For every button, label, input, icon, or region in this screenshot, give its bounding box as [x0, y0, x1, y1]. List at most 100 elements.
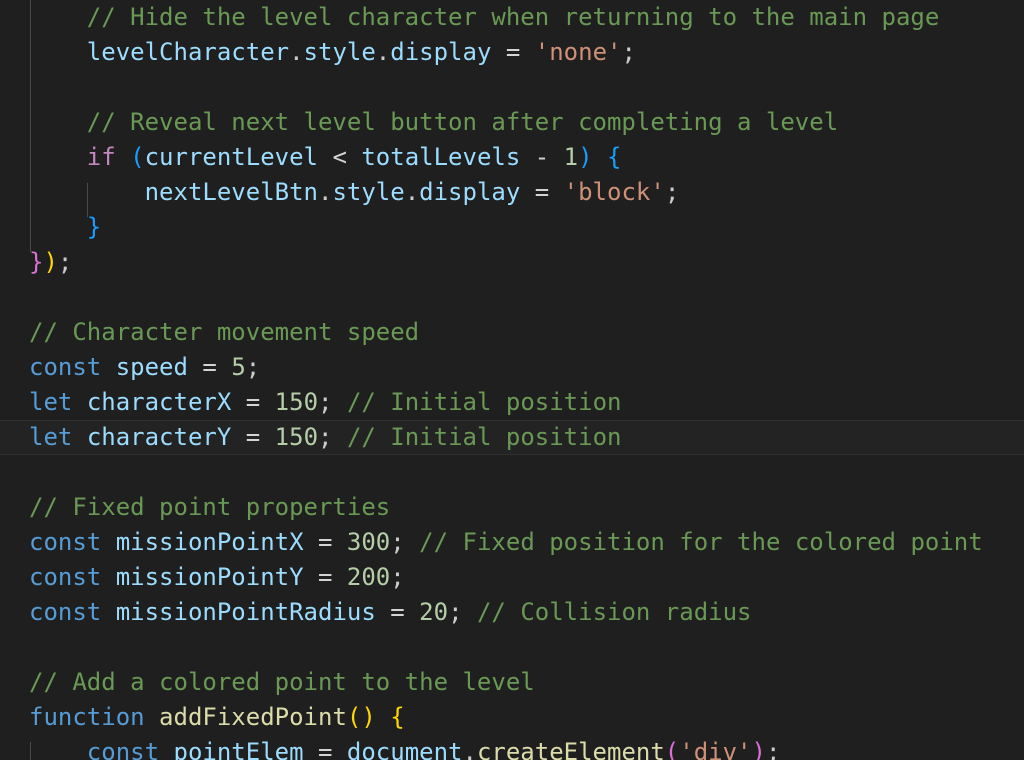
code-token: ) — [43, 248, 58, 276]
code-token: // Collision radius — [476, 598, 752, 626]
code-token: createElement — [476, 738, 665, 760]
code-line[interactable] — [0, 455, 1024, 490]
code-token: totalLevels — [361, 143, 521, 171]
code-token: = — [245, 388, 261, 416]
code-token: // Initial position — [346, 423, 622, 451]
code-line-content: // Fixed point properties — [29, 490, 390, 525]
code-line-content: } — [29, 210, 101, 245]
code-editor[interactable]: // Hide the level character when returni… — [0, 0, 1024, 760]
code-token: // Fixed position for the colored point — [419, 528, 983, 556]
code-line[interactable]: const pointElem = document.createElement… — [0, 735, 1024, 760]
code-line[interactable]: const speed = 5; — [0, 350, 1024, 385]
code-token: ; — [57, 248, 73, 276]
code-token: // Reveal next level button after comple… — [86, 108, 839, 136]
code-line[interactable]: if (currentLevel < totalLevels - 1) { — [0, 140, 1024, 175]
code-token: 300 — [346, 528, 391, 556]
code-line[interactable]: function addFixedPoint() { — [0, 700, 1024, 735]
code-line[interactable]: levelCharacter.style.display = 'none'; — [0, 35, 1024, 70]
code-token: function — [29, 703, 145, 731]
code-line[interactable]: // Reveal next level button after comple… — [0, 105, 1024, 140]
code-line[interactable]: const missionPointRadius = 20; // Collis… — [0, 595, 1024, 630]
code-token: ; — [664, 178, 680, 206]
code-token: = — [202, 353, 217, 381]
code-line[interactable]: nextLevelBtn.style.display = 'block'; — [0, 175, 1024, 210]
code-line[interactable] — [0, 630, 1024, 665]
code-token: const — [29, 563, 102, 591]
code-line[interactable]: let characterX = 150; // Initial positio… — [0, 385, 1024, 420]
code-line[interactable]: } — [0, 210, 1024, 245]
code-token: if — [86, 143, 116, 171]
code-token: ; — [621, 38, 636, 66]
code-line-content: nextLevelBtn.style.display = 'block'; — [29, 175, 680, 210]
code-token: 1 — [563, 143, 579, 171]
code-token: < — [332, 143, 347, 171]
code-token: = — [318, 528, 333, 556]
code-line[interactable]: const missionPointX = 300; // Fixed posi… — [0, 525, 1024, 560]
code-token: // Character movement speed — [29, 318, 420, 346]
code-token: characterX — [86, 388, 232, 416]
code-token: const — [29, 598, 102, 626]
code-line-content: let characterX = 150; // Initial positio… — [29, 385, 621, 420]
code-token: 150 — [274, 388, 319, 416]
code-line[interactable]: // Add a colored point to the level — [0, 665, 1024, 700]
code-line[interactable]: }); — [0, 245, 1024, 280]
code-line-content: const missionPointY = 200; — [29, 560, 405, 595]
code-token: ; — [390, 528, 405, 556]
code-token: . — [317, 178, 333, 206]
code-line[interactable]: // Character movement speed — [0, 315, 1024, 350]
code-token: ( — [346, 703, 362, 731]
code-line-content: levelCharacter.style.display = 'none'; — [29, 35, 636, 70]
code-token: = — [245, 423, 261, 451]
code-token: pointElem — [173, 738, 304, 760]
code-token: const — [86, 738, 160, 760]
code-token: = — [534, 178, 550, 206]
code-token: currentLevel — [144, 143, 318, 171]
code-line[interactable] — [0, 280, 1024, 315]
code-token: - — [534, 143, 550, 171]
code-token: let — [29, 388, 73, 416]
code-line[interactable]: const missionPointY = 200; — [0, 560, 1024, 595]
code-token: // Fixed point properties — [29, 493, 391, 521]
code-token: = — [505, 38, 521, 66]
code-token: ; — [318, 388, 333, 416]
code-line-content: let characterY = 150; // Initial positio… — [29, 421, 621, 454]
code-line[interactable]: // Fixed point properties — [0, 490, 1024, 525]
code-token: ) — [751, 738, 766, 760]
code-token: speed — [115, 353, 188, 381]
code-line-current[interactable]: let characterY = 150; // Initial positio… — [0, 420, 1024, 455]
code-token: { — [607, 143, 622, 171]
code-line[interactable] — [0, 70, 1024, 105]
code-line-content: // Character movement speed — [29, 315, 419, 350]
code-token: } — [86, 213, 102, 241]
code-line-content: const missionPointRadius = 20; // Collis… — [29, 595, 752, 630]
code-line[interactable]: // Hide the level character when returni… — [0, 0, 1024, 35]
code-token: characterY — [86, 423, 232, 451]
code-token: 5 — [231, 353, 246, 381]
code-token: levelCharacter — [86, 38, 290, 66]
code-token: ; — [318, 423, 333, 451]
code-token: ; — [390, 563, 405, 591]
code-surface[interactable]: // Hide the level character when returni… — [0, 0, 1024, 760]
code-line-content: function addFixedPoint() { — [29, 700, 405, 735]
code-token: ; — [765, 738, 781, 760]
code-token: ( — [664, 738, 680, 760]
code-token: style — [303, 38, 376, 66]
code-token: missionPointY — [115, 563, 304, 591]
